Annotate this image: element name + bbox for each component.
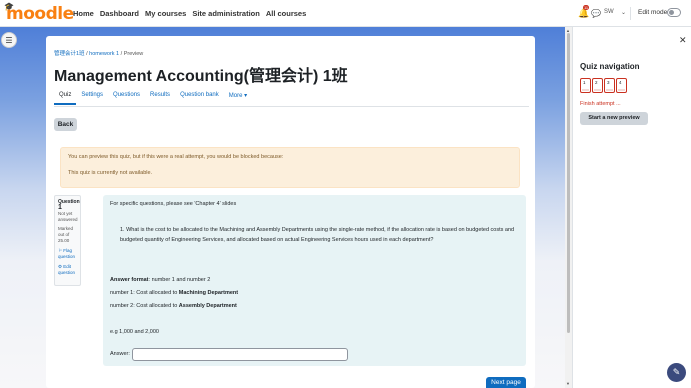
chevron-down-icon[interactable]: ⌄ (621, 9, 626, 16)
menu-icon: ☰ (5, 35, 13, 45)
quiz-nav-button-4[interactable]: 4 (616, 78, 627, 93)
question-marks-2: 25.00 (58, 238, 70, 243)
quiz-nav-button-3[interactable]: 3 (604, 78, 615, 93)
alert-line-2: This quiz is currently not available. (68, 170, 153, 176)
course-index-drawer-button[interactable]: ☰ (1, 32, 17, 48)
nav-all-courses[interactable]: All courses (266, 9, 306, 18)
scrollbar-thumb[interactable] (567, 33, 570, 333)
user-menu-avatar[interactable]: SW (604, 9, 614, 15)
tab-question-bank[interactable]: Question bank (175, 92, 224, 105)
next-page-button[interactable]: Next page (486, 377, 526, 388)
answer-number-2: number 2: Cost allocated to Assembly Dep… (110, 303, 237, 309)
tab-questions[interactable]: Questions (108, 92, 145, 105)
edit-mode-toggle[interactable] (667, 8, 681, 17)
scroll-up-icon[interactable]: ▲ (566, 28, 570, 33)
breadcrumb-course[interactable]: 管理会计1班 (54, 51, 85, 57)
nav-home[interactable]: Home (73, 9, 94, 18)
primary-navigation: Home Dashboard My courses Site administr… (73, 9, 306, 18)
back-button[interactable]: Back (54, 118, 77, 131)
tab-results[interactable]: Results (145, 92, 175, 105)
scroll-down-icon[interactable]: ▼ (566, 381, 570, 386)
question-marks-1: Marked out of (58, 226, 74, 237)
magic-wand-icon[interactable]: ✎ (667, 363, 686, 382)
answer-label: Answer: (110, 351, 130, 357)
top-navbar: 🎓 moodle Home Dashboard My courses Site a… (0, 0, 691, 27)
nav-my-courses[interactable]: My courses (145, 9, 186, 18)
breadcrumb: 管理会计1班 / homework 1 / Preview (54, 51, 144, 57)
page-title: Management Accounting(管理会计) 1班 (54, 68, 348, 85)
tabs-divider (54, 106, 529, 107)
start-new-preview-button[interactable]: Start a new preview (580, 112, 648, 125)
moodle-logo[interactable]: 🎓 moodle (4, 2, 74, 24)
chat-icon[interactable]: 💬 (591, 9, 601, 18)
quiz-navigation-buttons: 1 2 3 4 (580, 78, 627, 93)
quiz-nav-button-2[interactable]: 2 (592, 78, 603, 93)
quiz-navigation-title: Quiz navigation (580, 62, 640, 71)
answer-format: Answer format: number 1 and number 2 (110, 277, 211, 283)
nav-dashboard[interactable]: Dashboard (100, 9, 139, 18)
flag-question-link[interactable]: ⚐ Flag question (58, 248, 77, 260)
edit-mode-label: Edit mode (638, 9, 668, 16)
brand-text: moodle (6, 4, 74, 24)
notification-badge: 11 (583, 5, 590, 10)
breadcrumb-current: Preview (123, 51, 144, 57)
nav-site-administration[interactable]: Site administration (192, 9, 260, 18)
graduation-cap-icon: 🎓 (4, 2, 14, 11)
question-info-panel: Question 1 Not yet answered Marked out o… (54, 195, 81, 286)
navbar-divider (630, 7, 631, 20)
edit-question-link[interactable]: ⚙ Edit question (58, 264, 77, 276)
close-icon[interactable]: ✕ (679, 35, 687, 46)
question-number: Question 1 (58, 199, 80, 211)
breadcrumb-activity[interactable]: homework 1 (89, 51, 119, 57)
alert-line-1: You can preview this quiz, but if this w… (68, 154, 284, 160)
question-content: For specific questions, please see 'Chap… (103, 195, 526, 366)
question-intro: For specific questions, please see 'Chap… (110, 201, 237, 207)
question-item: 1. What is the cost to be allocated to t… (120, 227, 515, 243)
tab-settings[interactable]: Settings (76, 92, 108, 105)
secondary-navigation: Quiz Settings Questions Results Question… (54, 92, 252, 105)
question-state-2: answered (58, 217, 78, 222)
tab-quiz[interactable]: Quiz (54, 92, 77, 105)
answer-input[interactable] (132, 348, 348, 361)
quiz-nav-button-1[interactable]: 1 (580, 78, 591, 93)
preview-warning-alert: You can preview this quiz, but if this w… (60, 147, 520, 188)
answer-example: e.g 1,000 and 2,000 (110, 329, 159, 335)
answer-number-1: number 1: Cost allocated to Machining De… (110, 290, 239, 296)
finish-attempt-link[interactable]: Finish attempt ... (580, 101, 621, 107)
tab-more[interactable]: More ▾ (224, 92, 252, 105)
